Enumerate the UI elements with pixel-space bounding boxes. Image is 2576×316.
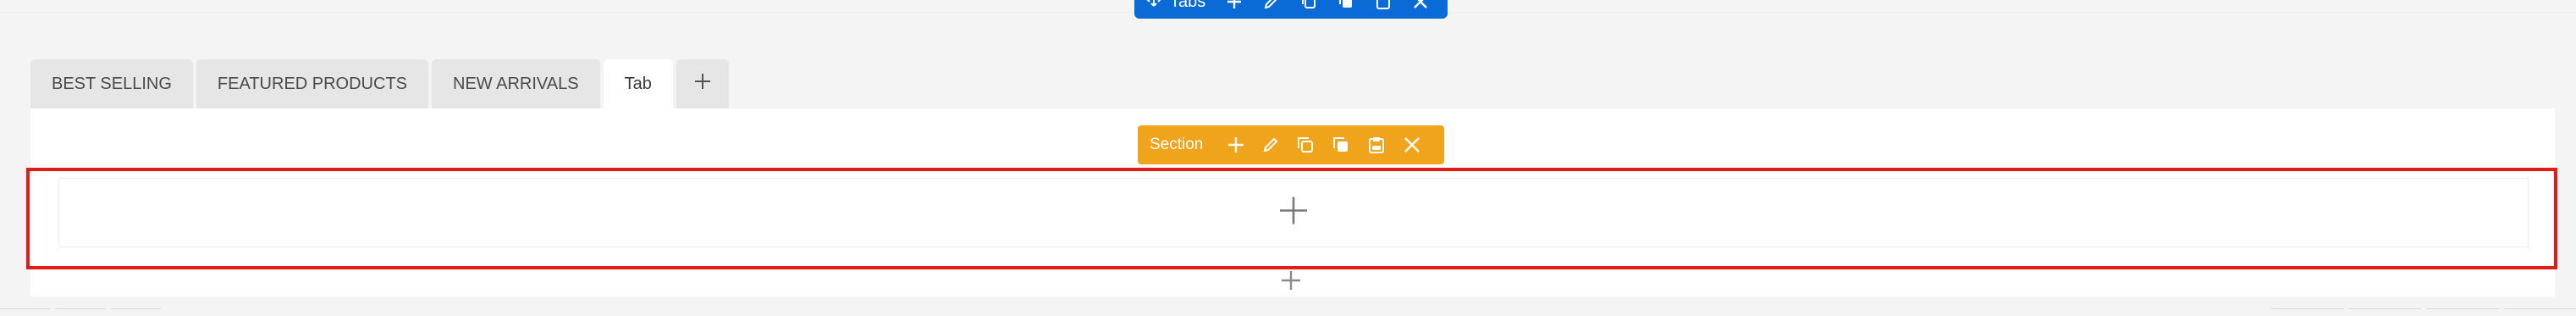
tabs-toolbar-handle[interactable]: Tabs [1146,0,1205,12]
paste-icon[interactable] [1367,136,1386,154]
tab-label: NEW ARRIVALS [453,74,579,93]
tab-best-selling[interactable]: BEST SELLING [30,59,193,108]
tabs-nav: BEST SELLING FEATURED PRODUCTS NEW ARRIV… [30,59,729,108]
section-toolbar-label[interactable]: Section [1150,136,1203,154]
add-section-below-button[interactable] [1280,269,1302,296]
duplicate-icon[interactable] [1300,0,1317,10]
add-tab-button[interactable] [676,59,729,108]
tab-label: Tab [624,74,652,93]
section-toolbar: Section [1138,125,1444,164]
add-widget-button[interactable] [1278,196,1309,230]
delete-icon[interactable] [1403,136,1421,154]
plus-icon [1282,271,1300,290]
tab-label: BEST SELLING [52,74,172,93]
copy-icon[interactable] [1332,136,1350,154]
bottom-left-divider [0,308,161,316]
tab-label: FEATURED PRODUCTS [217,74,408,93]
paste-icon[interactable] [1375,0,1392,10]
selected-section[interactable] [26,168,2557,269]
bottom-right-divider [2271,308,2576,316]
tab-new-arrivals[interactable]: NEW ARRIVALS [432,59,600,108]
duplicate-icon[interactable] [1296,136,1315,154]
section-column[interactable] [58,178,2529,247]
plus-icon [1280,197,1307,225]
tab-featured-products[interactable]: FEATURED PRODUCTS [196,59,429,108]
drag-icon [1146,0,1161,12]
add-icon[interactable] [1227,136,1245,154]
edit-icon[interactable] [1262,136,1279,153]
delete-icon[interactable] [1412,0,1429,10]
add-icon[interactable] [1226,0,1243,10]
tabs-toolbar-label: Tabs [1170,0,1206,11]
copy-icon[interactable] [1338,0,1354,10]
page-builder-canvas: Tabs BEST SELLING FEATURED PRODUCTS NEW … [0,0,2576,316]
edit-icon[interactable] [1263,0,1280,10]
plus-icon [693,72,712,96]
tabs-widget-toolbar: Tabs [1134,0,1448,19]
tab-new-tab[interactable]: Tab [603,59,673,108]
